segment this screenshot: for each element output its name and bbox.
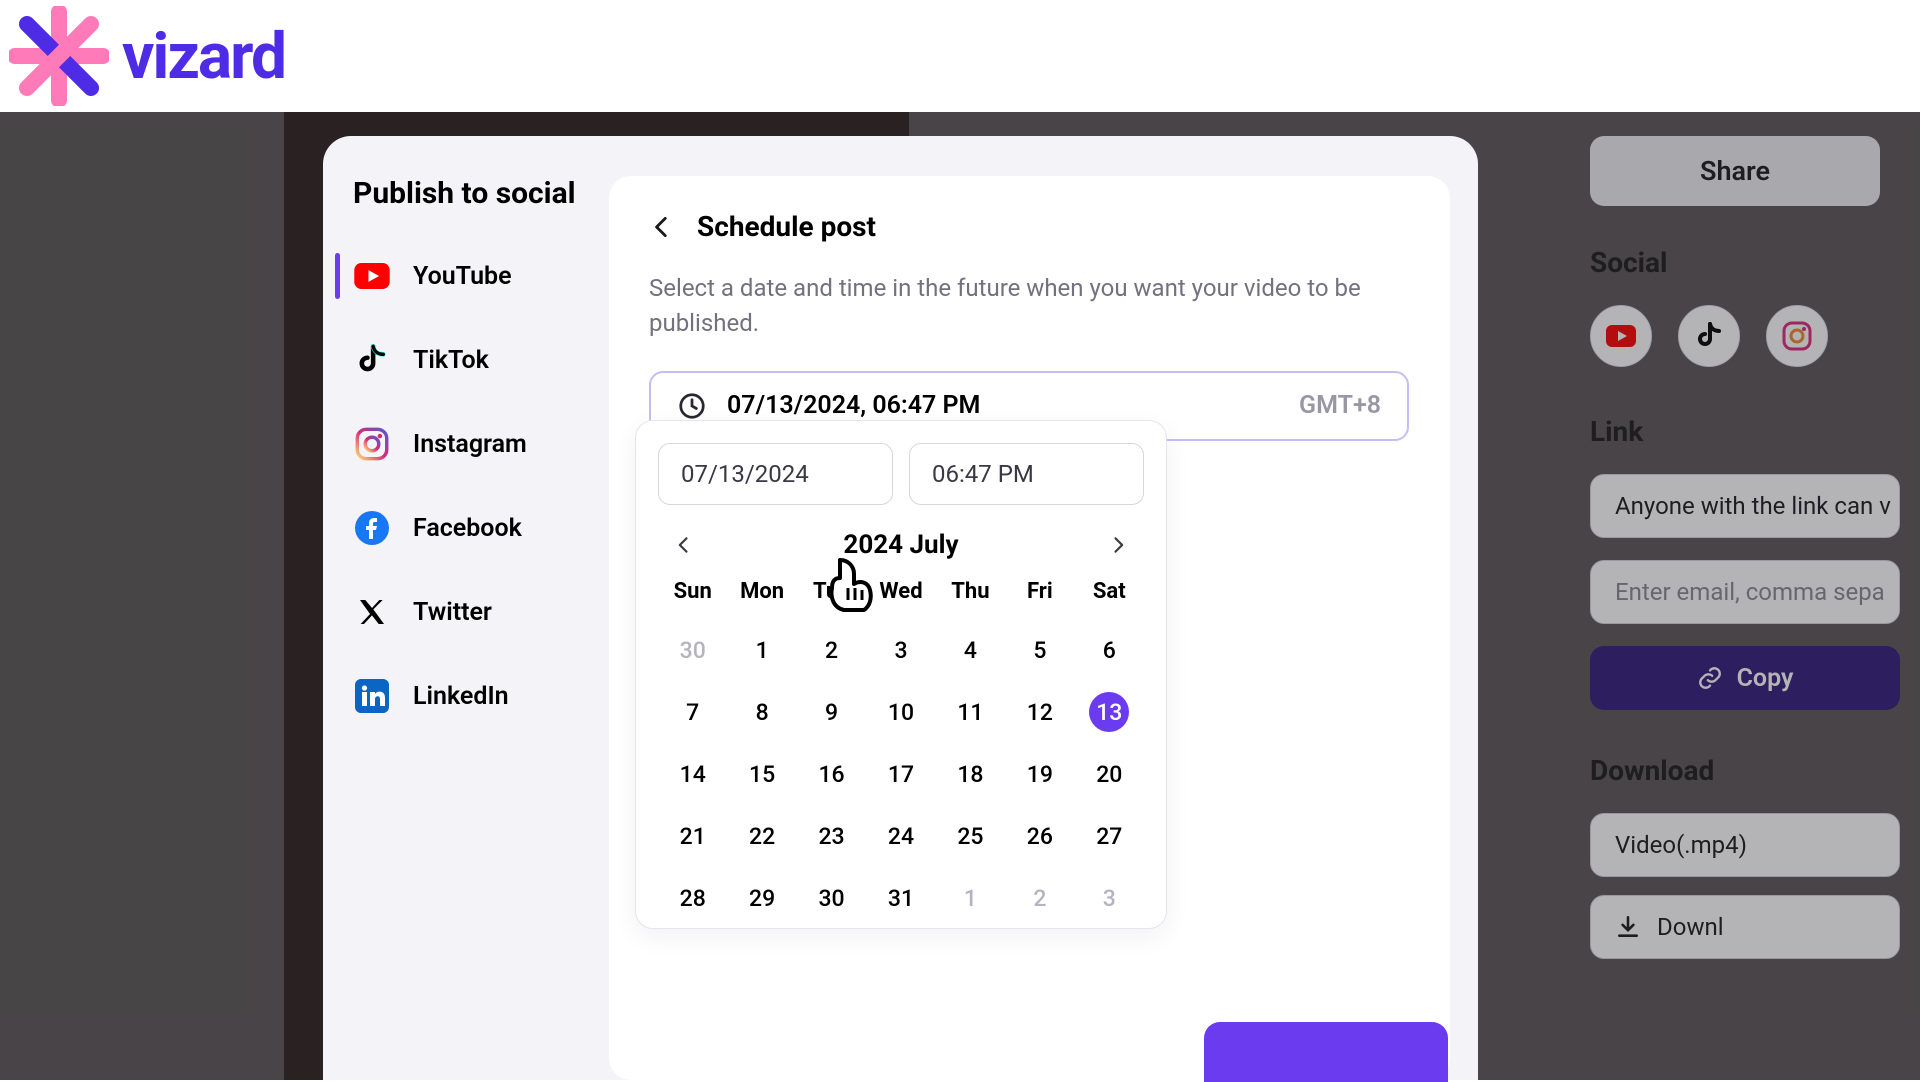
calendar-grid: SunMonTueWedThuFriSat3012345678910111213…	[658, 579, 1144, 918]
modal-main: Schedule post Select a date and time in …	[609, 176, 1478, 1080]
calendar-day[interactable]: 16	[797, 754, 866, 794]
platform-linkedin[interactable]: LinkedIn	[353, 671, 609, 721]
platform-twitter[interactable]: Twitter	[353, 587, 609, 637]
brand-logo-icon	[4, 1, 114, 111]
calendar-day[interactable]: 21	[658, 816, 727, 856]
modal-sidebar: Publish to social YouTube TikTok Instagr…	[323, 176, 609, 1080]
calendar-day[interactable]: 8	[727, 692, 796, 732]
calendar-day[interactable]: 12	[1005, 692, 1074, 732]
calendar-day[interactable]: 23	[797, 816, 866, 856]
linkedin-icon	[353, 677, 391, 715]
datetime-value: 07/13/2024, 06:47 PM	[727, 391, 980, 420]
calendar-day[interactable]: 31	[866, 878, 935, 918]
platform-tiktok[interactable]: TikTok	[353, 335, 609, 385]
calendar-day[interactable]: 13	[1075, 692, 1144, 732]
prev-month-button[interactable]	[668, 529, 700, 561]
calendar-day[interactable]: 1	[727, 630, 796, 670]
calendar-day[interactable]: 18	[936, 754, 1005, 794]
calendar-day[interactable]: 27	[1075, 816, 1144, 856]
calendar-weekday: Fri	[1005, 579, 1074, 608]
calendar-day[interactable]: 15	[727, 754, 796, 794]
calendar-day[interactable]: 10	[866, 692, 935, 732]
panel-description: Select a date and time in the future whe…	[649, 271, 1410, 341]
calendar-day[interactable]: 9	[797, 692, 866, 732]
tiktok-icon	[353, 341, 391, 379]
brand-header: vizard	[0, 0, 1920, 112]
calendar-day[interactable]: 26	[1005, 816, 1074, 856]
calendar-day[interactable]: 29	[727, 878, 796, 918]
calendar-day[interactable]: 28	[658, 878, 727, 918]
calendar-day[interactable]: 7	[658, 692, 727, 732]
calendar-day[interactable]: 2	[797, 630, 866, 670]
calendar-popover: 07/13/2024 06:47 PM 2024 July SunMonTueW…	[635, 420, 1167, 929]
platform-label: YouTube	[413, 262, 512, 291]
schedule-confirm-button[interactable]	[1204, 1022, 1448, 1082]
calendar-day[interactable]: 3	[866, 630, 935, 670]
youtube-icon	[353, 257, 391, 295]
calendar-day[interactable]: 22	[727, 816, 796, 856]
modal-title: Publish to social	[353, 176, 609, 211]
calendar-weekday: Sat	[1075, 579, 1144, 608]
platform-instagram[interactable]: Instagram	[353, 419, 609, 469]
calendar-day[interactable]: 4	[936, 630, 1005, 670]
publish-modal: Publish to social YouTube TikTok Instagr…	[323, 136, 1478, 1080]
platform-label: Twitter	[413, 598, 492, 627]
calendar-day[interactable]: 25	[936, 816, 1005, 856]
instagram-icon	[353, 425, 391, 463]
cursor-icon	[820, 548, 892, 620]
facebook-icon	[353, 509, 391, 547]
platform-label: Facebook	[413, 514, 522, 543]
calendar-day[interactable]: 6	[1075, 630, 1144, 670]
calendar-date-input[interactable]: 07/13/2024	[658, 443, 893, 505]
calendar-day[interactable]: 30	[658, 630, 727, 670]
platform-label: LinkedIn	[413, 682, 509, 711]
calendar-day[interactable]: 1	[936, 878, 1005, 918]
platform-label: Instagram	[413, 430, 527, 459]
twitter-icon	[353, 593, 391, 631]
calendar-day[interactable]: 3	[1075, 878, 1144, 918]
calendar-day[interactable]: 20	[1075, 754, 1144, 794]
calendar-weekday: Thu	[936, 579, 1005, 608]
calendar-day[interactable]: 2	[1005, 878, 1074, 918]
schedule-panel: Schedule post Select a date and time in …	[609, 176, 1450, 1080]
chevron-left-icon[interactable]	[649, 214, 675, 240]
calendar-day[interactable]: 11	[936, 692, 1005, 732]
calendar-day[interactable]: 5	[1005, 630, 1074, 670]
calendar-time-input[interactable]: 06:47 PM	[909, 443, 1144, 505]
calendar-day[interactable]: 30	[797, 878, 866, 918]
panel-title: Schedule post	[697, 210, 876, 243]
calendar-day[interactable]: 14	[658, 754, 727, 794]
clock-icon	[677, 391, 707, 421]
platform-youtube[interactable]: YouTube	[353, 251, 609, 301]
platform-facebook[interactable]: Facebook	[353, 503, 609, 553]
platform-list: YouTube TikTok Instagram Facebook Twitte…	[353, 251, 609, 721]
calendar-day[interactable]: 17	[866, 754, 935, 794]
calendar-day[interactable]: 19	[1005, 754, 1074, 794]
calendar-weekday: Mon	[727, 579, 796, 608]
calendar-weekday: Sun	[658, 579, 727, 608]
next-month-button[interactable]	[1102, 529, 1134, 561]
brand-name: vizard	[122, 19, 285, 94]
platform-label: TikTok	[413, 346, 489, 375]
timezone-label: GMT+8	[1299, 391, 1381, 420]
calendar-day[interactable]: 24	[866, 816, 935, 856]
